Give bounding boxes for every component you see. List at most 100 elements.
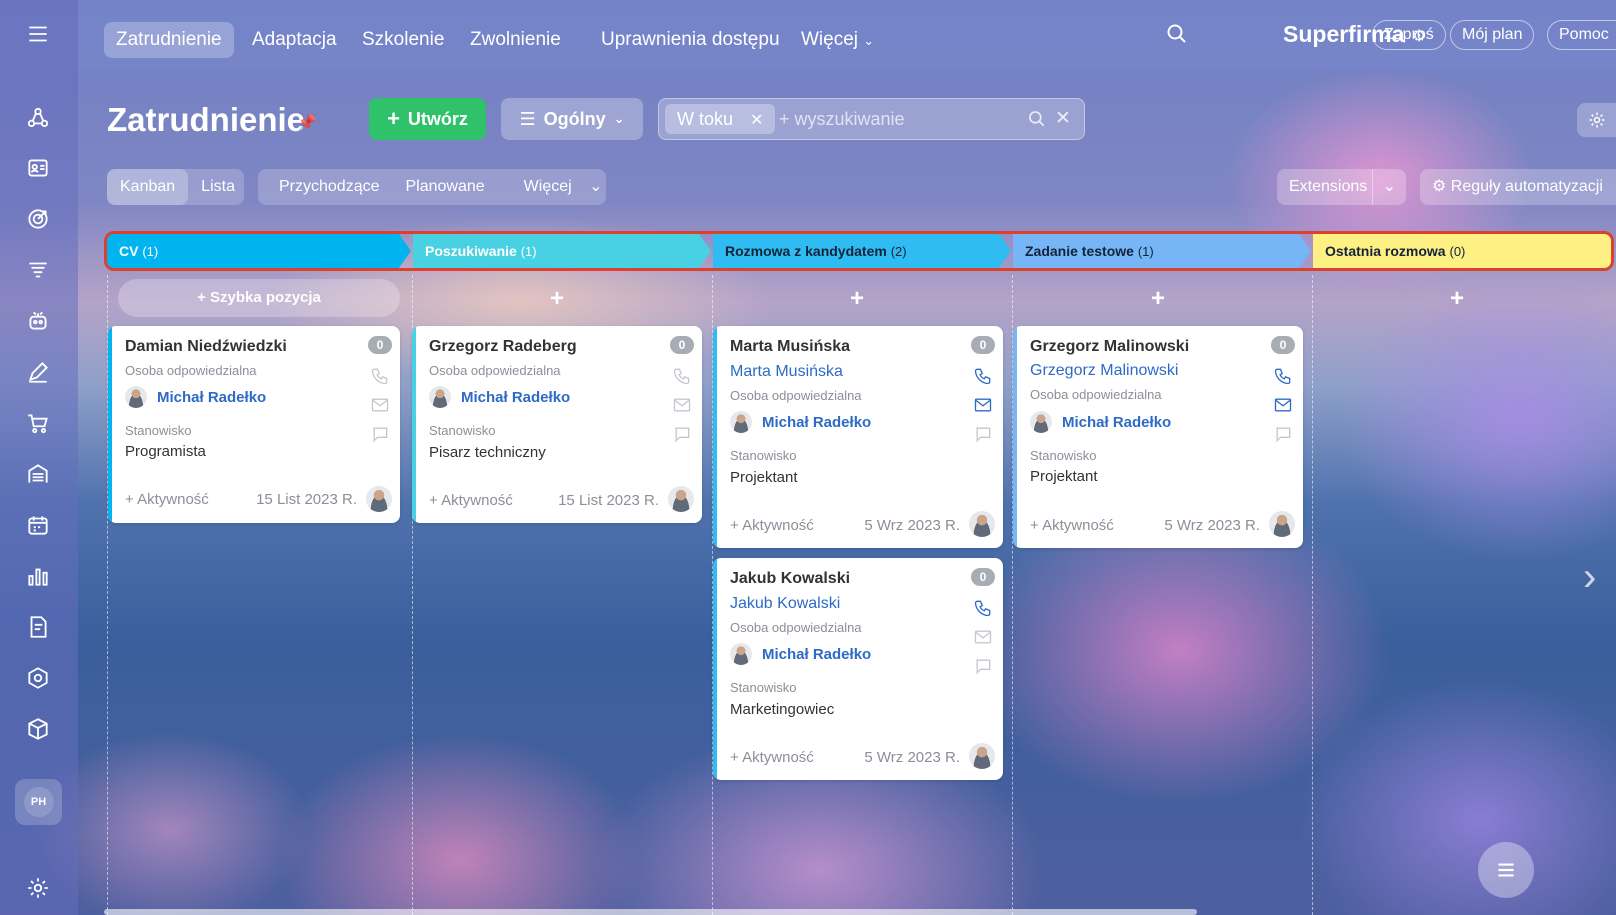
- view-list[interactable]: Lista: [188, 169, 248, 205]
- card-title[interactable]: Damian Niedźwiedzki: [125, 338, 287, 356]
- filter-more[interactable]: Więcej ⌄: [498, 169, 616, 205]
- contact-link[interactable]: Marta Musińska: [730, 363, 843, 381]
- stage-cv[interactable]: CV (1): [107, 234, 411, 268]
- phone-icon[interactable]: [672, 366, 692, 386]
- filter-incoming[interactable]: Przychodzące: [266, 169, 393, 205]
- sign-icon[interactable]: [22, 356, 54, 388]
- document-icon[interactable]: [22, 611, 54, 643]
- email-icon[interactable]: [672, 395, 692, 415]
- chat-icon[interactable]: [973, 656, 993, 676]
- chat-icon[interactable]: [973, 424, 993, 444]
- add-activity-button[interactable]: + Aktywność: [730, 517, 814, 534]
- user-avatar[interactable]: [969, 511, 995, 537]
- search-icon[interactable]: [1027, 109, 1047, 134]
- chat-icon[interactable]: [370, 424, 390, 444]
- stage-ostatnia[interactable]: Ostatnia rozmowa (0): [1313, 234, 1611, 268]
- stage-rozmowa[interactable]: Rozmowa z kandydatem (2): [713, 234, 1011, 268]
- analytics-icon[interactable]: [22, 560, 54, 592]
- horizontal-scrollbar[interactable]: [104, 909, 1197, 915]
- kanban-card[interactable]: Grzegorz Malinowski 0 Grzegorz Malinowsk…: [1013, 326, 1303, 548]
- email-icon[interactable]: [1273, 395, 1293, 415]
- tab-zatrudnienie[interactable]: Zatrudnienie: [104, 22, 234, 58]
- scroll-right-arrow-icon[interactable]: ›: [1583, 555, 1596, 600]
- quick-add-button[interactable]: + Szybka pozycja: [118, 279, 400, 317]
- pin-icon[interactable]: 📌: [297, 113, 317, 133]
- chat-icon[interactable]: [672, 424, 692, 444]
- kanban-card[interactable]: Grzegorz Radeberg 0 Osoba odpowiedzialna…: [412, 326, 702, 523]
- invite-button[interactable]: Zaproś: [1372, 20, 1446, 50]
- email-icon[interactable]: [973, 395, 993, 415]
- add-card-plus-icon[interactable]: +: [850, 285, 864, 313]
- help-button[interactable]: Pomoc: [1547, 20, 1616, 50]
- goal-icon[interactable]: [22, 203, 54, 235]
- user-avatar[interactable]: [366, 486, 392, 512]
- feed-menu-button[interactable]: [1478, 842, 1534, 898]
- remove-chip-icon[interactable]: ✕: [750, 112, 763, 129]
- card-title[interactable]: Marta Musińska: [730, 338, 850, 356]
- contact-link[interactable]: Jakub Kowalski: [730, 595, 840, 613]
- menu-icon[interactable]: [22, 18, 54, 50]
- add-card-plus-icon[interactable]: +: [550, 285, 564, 313]
- add-card-plus-icon[interactable]: +: [1151, 285, 1165, 313]
- card-title[interactable]: Grzegorz Radeberg: [429, 338, 577, 356]
- kanban-card[interactable]: Marta Musińska 0 Marta Musińska Osoba od…: [713, 326, 1003, 548]
- my-plan-button[interactable]: Mój plan: [1450, 20, 1535, 50]
- contact-link[interactable]: Grzegorz Malinowski: [1030, 362, 1178, 380]
- warehouse-icon[interactable]: [22, 458, 54, 490]
- view-settings-gear-icon[interactable]: [1577, 103, 1616, 137]
- add-activity-button[interactable]: + Aktywność: [1030, 517, 1114, 534]
- stage-poszukiwanie[interactable]: Poszukiwanie (1): [413, 234, 711, 268]
- hexagon-icon[interactable]: [22, 662, 54, 694]
- search-icon[interactable]: [1165, 22, 1191, 48]
- extensions-button[interactable]: Extensions ⌄: [1277, 169, 1406, 205]
- kanban-card[interactable]: Jakub Kowalski 0 Jakub Kowalski Osoba od…: [713, 558, 1003, 780]
- user-avatar[interactable]: [969, 743, 995, 769]
- kanban-card[interactable]: Damian Niedźwiedzki 0 Osoba odpowiedzial…: [108, 326, 400, 523]
- view-kanban[interactable]: Kanban: [107, 169, 189, 205]
- calendar-icon[interactable]: [22, 509, 54, 541]
- pipeline-select-button[interactable]: ☰ Ogólny ⌄: [501, 98, 643, 140]
- filter-icon[interactable]: [22, 254, 54, 286]
- responsible-person[interactable]: Michał Radełko: [730, 643, 871, 665]
- settings-icon[interactable]: [22, 872, 54, 904]
- robot-icon[interactable]: [22, 305, 54, 337]
- tab-szkolenie[interactable]: Szkolenie: [350, 22, 456, 58]
- responsible-person[interactable]: Michał Radełko: [730, 411, 871, 433]
- chevron-down-icon[interactable]: ⌄: [1371, 169, 1396, 205]
- user-avatar[interactable]: [668, 486, 694, 512]
- search-input[interactable]: + wyszukiwanie: [779, 109, 905, 130]
- responsible-person[interactable]: Michał Radełko: [1030, 411, 1171, 433]
- add-activity-button[interactable]: + Aktywność: [730, 749, 814, 766]
- responsible-person[interactable]: Michał Radełko: [429, 386, 570, 408]
- clear-search-icon[interactable]: ✕: [1055, 107, 1071, 130]
- chat-icon[interactable]: [1273, 424, 1293, 444]
- phone-icon[interactable]: [1273, 366, 1293, 386]
- tab-uprawnienia[interactable]: Uprawnienia dostępu: [589, 22, 792, 58]
- add-activity-button[interactable]: + Aktywność: [125, 491, 209, 508]
- phone-icon[interactable]: [973, 366, 993, 386]
- tab-zwolnienie[interactable]: Zwolnienie: [458, 22, 573, 58]
- package-icon[interactable]: [22, 713, 54, 745]
- card-title[interactable]: Grzegorz Malinowski: [1030, 338, 1189, 356]
- automation-rules-button[interactable]: ⚙ Reguły automatyzacji: [1420, 169, 1616, 205]
- email-icon[interactable]: [973, 627, 993, 647]
- filter-chip[interactable]: W toku ✕: [665, 104, 776, 134]
- user-avatar[interactable]: PH: [15, 779, 62, 825]
- card-title[interactable]: Jakub Kowalski: [730, 570, 850, 588]
- crm-icon[interactable]: [22, 102, 54, 134]
- tab-wiecej[interactable]: Więcej ⌄: [789, 22, 886, 58]
- add-card-plus-icon[interactable]: +: [1450, 285, 1464, 313]
- phone-icon[interactable]: [973, 598, 993, 618]
- add-activity-button[interactable]: + Aktywność: [429, 492, 513, 509]
- email-icon[interactable]: [370, 395, 390, 415]
- create-button[interactable]: + Utwórz: [369, 98, 486, 140]
- responsible-person[interactable]: Michał Radełko: [125, 386, 266, 408]
- filter-search-box[interactable]: W toku ✕ + wyszukiwanie ✕: [658, 98, 1085, 140]
- phone-icon[interactable]: [370, 366, 390, 386]
- cart-icon[interactable]: [22, 407, 54, 439]
- tab-adaptacja[interactable]: Adaptacja: [240, 22, 349, 58]
- user-avatar[interactable]: [1269, 511, 1295, 537]
- contacts-icon[interactable]: [22, 152, 54, 184]
- filter-planned[interactable]: Planowane: [393, 169, 498, 205]
- stage-zadanie[interactable]: Zadanie testowe (1): [1013, 234, 1311, 268]
